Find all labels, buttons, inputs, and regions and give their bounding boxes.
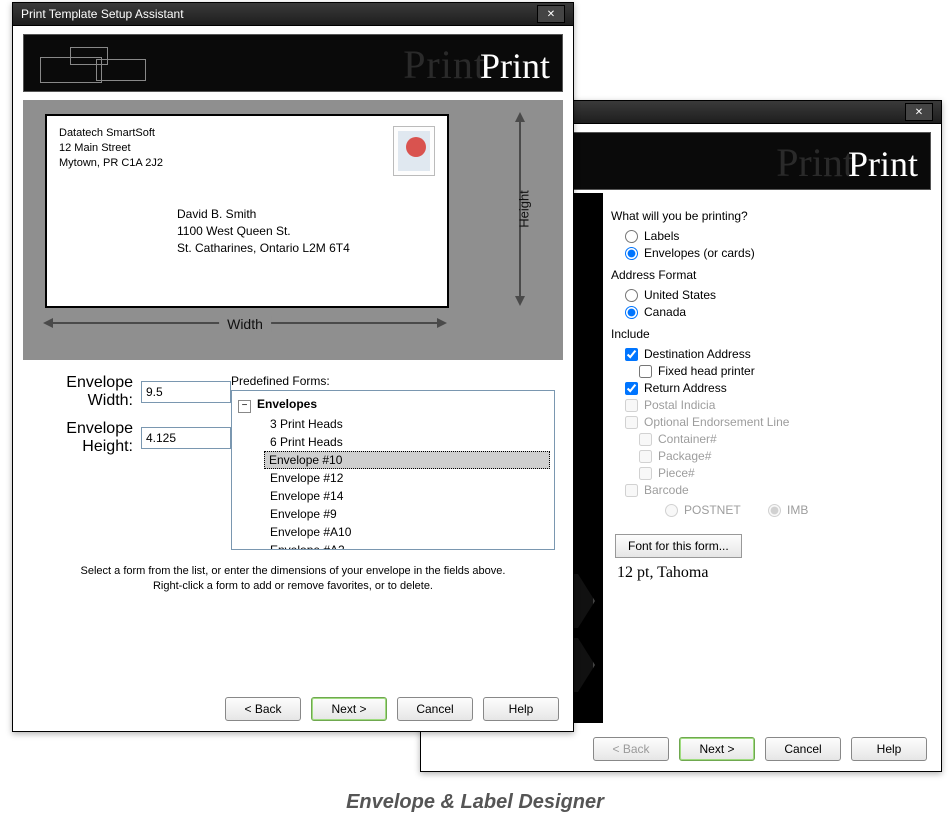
return-address: Datatech SmartSoft 12 Main Street Mytown… bbox=[59, 126, 163, 171]
width-dimension: Width bbox=[45, 314, 445, 338]
predefined-forms-list[interactable]: −Envelopes3 Print Heads6 Print HeadsEnve… bbox=[231, 390, 555, 550]
forms-tree-parent[interactable]: −Envelopes bbox=[232, 395, 554, 415]
check-oel[interactable]: Optional Endorsement Line bbox=[625, 415, 927, 429]
check-piece[interactable]: Piece# bbox=[639, 466, 927, 480]
close-icon[interactable]: ✕ bbox=[905, 103, 933, 121]
button-bar-front: < Back Next > Cancel Help bbox=[225, 697, 559, 721]
envelope-width-label: Envelope Width: bbox=[33, 374, 133, 410]
destination-address: David B. Smith 1100 West Queen St. St. C… bbox=[177, 206, 350, 256]
back-button[interactable]: < Back bbox=[225, 697, 301, 721]
banner-ghost-text: Print bbox=[403, 42, 486, 87]
figure-caption: Envelope & Label Designer bbox=[0, 791, 950, 814]
forms-tree-item[interactable]: Envelope #A10 bbox=[232, 523, 554, 541]
font-sample: 12 pt, Tahoma bbox=[617, 564, 927, 582]
question-address-format: Address Format bbox=[611, 268, 927, 282]
forms-tree-item[interactable]: Envelope #14 bbox=[232, 487, 554, 505]
radio-postnet[interactable]: POSTNET bbox=[665, 503, 741, 517]
radio-canada[interactable]: Canada bbox=[625, 305, 927, 319]
envelope-height-label: Envelope Height: bbox=[33, 420, 133, 456]
forms-tree-item[interactable]: Envelope #12 bbox=[232, 469, 554, 487]
height-dimension: Height bbox=[515, 114, 527, 304]
predefined-forms: Predefined Forms: −Envelopes3 Print Head… bbox=[231, 374, 555, 550]
barcode-options: POSTNET IMB bbox=[651, 500, 927, 520]
dimension-inputs: Envelope Width: Envelope Height: bbox=[33, 374, 231, 550]
button-bar-back: < Back Next > Cancel Help bbox=[593, 737, 927, 761]
cancel-button[interactable]: Cancel bbox=[397, 697, 473, 721]
window-title: Print Template Setup Assistant bbox=[21, 7, 184, 21]
forms-tree-item[interactable]: Envelope #10 bbox=[264, 451, 550, 469]
question-printing: What will you be printing? bbox=[611, 209, 927, 223]
next-button[interactable]: Next > bbox=[679, 737, 755, 761]
next-button[interactable]: Next > bbox=[311, 697, 387, 721]
options-panel: What will you be printing? Labels Envelo… bbox=[611, 201, 927, 582]
collapse-icon[interactable]: − bbox=[238, 400, 251, 413]
envelope-height-input[interactable] bbox=[141, 427, 231, 449]
envelope-width-input[interactable] bbox=[141, 381, 231, 403]
radio-envelopes[interactable]: Envelopes (or cards) bbox=[625, 246, 927, 260]
forms-tree-item[interactable]: Envelope #A2 bbox=[232, 541, 554, 550]
radio-united-states[interactable]: United States bbox=[625, 288, 927, 302]
titlebar-front[interactable]: Print Template Setup Assistant ✕ bbox=[13, 3, 573, 26]
print-template-window: Print Template Setup Assistant ✕ PrintPr… bbox=[12, 2, 574, 732]
close-icon[interactable]: ✕ bbox=[537, 5, 565, 23]
banner-ghost-text: Print bbox=[776, 140, 854, 185]
predefined-forms-label: Predefined Forms: bbox=[231, 374, 555, 388]
include-label: Include bbox=[611, 327, 927, 341]
banner-front: PrintPrint bbox=[23, 34, 563, 92]
forms-tree-item[interactable]: Envelope #9 bbox=[232, 505, 554, 523]
stamp-icon bbox=[393, 126, 435, 176]
check-return-address[interactable]: Return Address bbox=[625, 381, 927, 395]
help-button[interactable]: Help bbox=[851, 737, 927, 761]
forms-tree-item[interactable]: 6 Print Heads bbox=[232, 433, 554, 451]
radio-labels[interactable]: Labels bbox=[625, 229, 927, 243]
forms-tree-item[interactable]: 3 Print Heads bbox=[232, 415, 554, 433]
hint-text: Select a form from the list, or enter th… bbox=[37, 564, 549, 595]
help-button[interactable]: Help bbox=[483, 697, 559, 721]
banner-solid-text: Print bbox=[480, 46, 550, 86]
radio-imb[interactable]: IMB bbox=[768, 503, 808, 517]
check-container[interactable]: Container# bbox=[639, 432, 927, 446]
envelope-preview-area: Datatech SmartSoft 12 Main Street Mytown… bbox=[23, 100, 563, 360]
decor-rect-icon bbox=[96, 59, 146, 81]
check-destination-address[interactable]: Destination Address bbox=[625, 347, 927, 361]
banner-solid-text: Print bbox=[848, 144, 918, 184]
check-package[interactable]: Package# bbox=[639, 449, 927, 463]
check-barcode[interactable]: Barcode bbox=[625, 483, 927, 497]
cancel-button[interactable]: Cancel bbox=[765, 737, 841, 761]
font-button[interactable]: Font for this form... bbox=[615, 534, 742, 558]
check-postal-indicia[interactable]: Postal Indicia bbox=[625, 398, 927, 412]
back-button[interactable]: < Back bbox=[593, 737, 669, 761]
check-fixed-head[interactable]: Fixed head printer bbox=[639, 364, 927, 378]
envelope-preview: Datatech SmartSoft 12 Main Street Mytown… bbox=[45, 114, 449, 308]
